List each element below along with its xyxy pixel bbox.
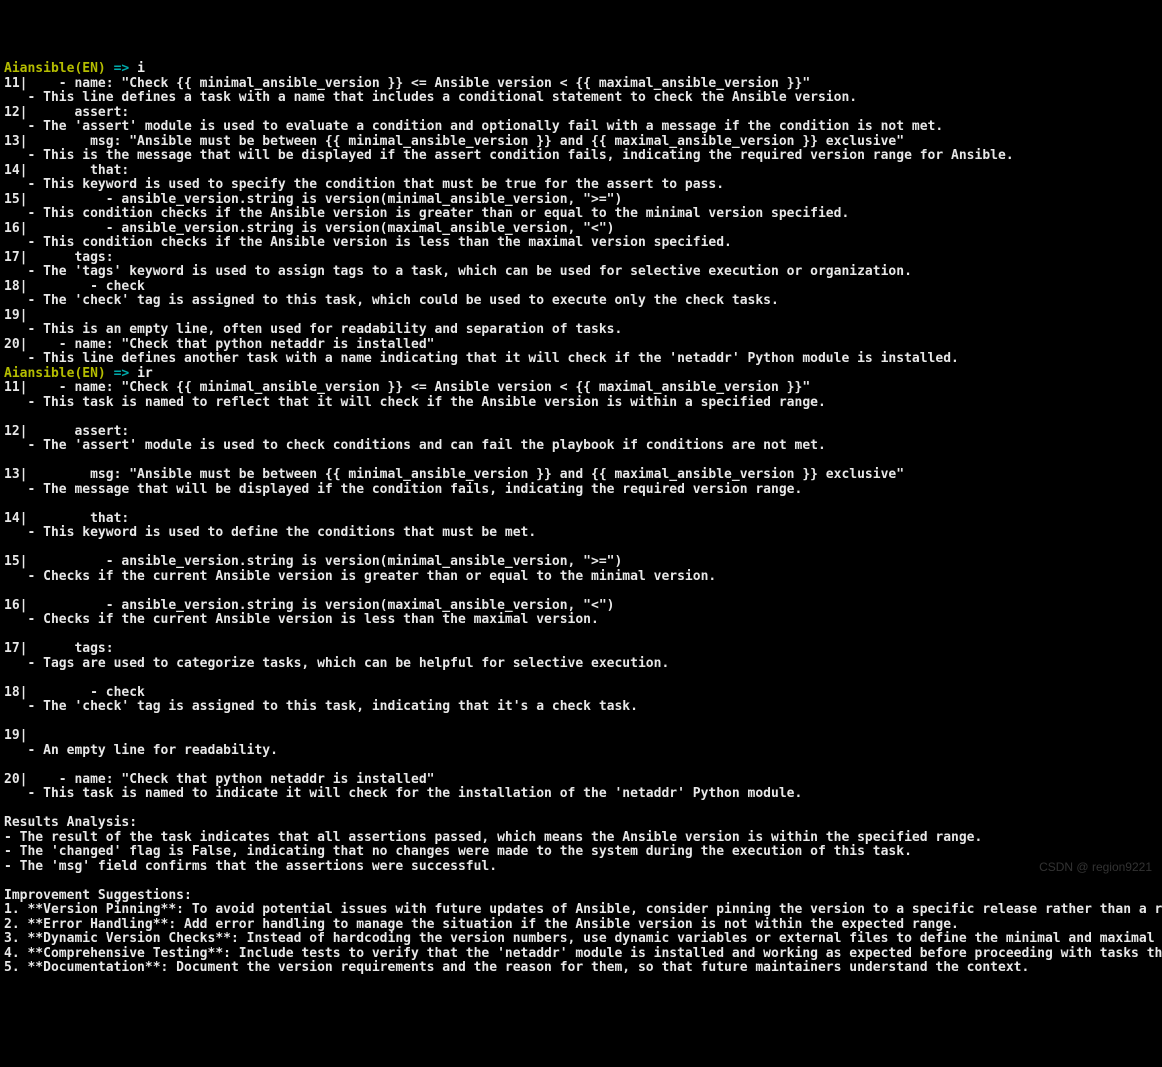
- output-line: 14| that:: [4, 164, 1158, 179]
- output-line: 12| assert:: [4, 425, 1158, 440]
- output-line: - The 'changed' flag is False, indicatin…: [4, 845, 1158, 860]
- output-line: 5. **Documentation**: Document the versi…: [4, 961, 1158, 976]
- output-line: 16| - ansible_version.string is version(…: [4, 222, 1158, 237]
- prompt-line[interactable]: Aiansible(EN) => ir: [4, 367, 1158, 382]
- output-line: - This is an empty line, often used for …: [4, 323, 1158, 338]
- output-line: - This condition checks if the Ansible v…: [4, 207, 1158, 222]
- output-line: 20| - name: "Check that python netaddr i…: [4, 773, 1158, 788]
- output-line: 4. **Comprehensive Testing**: Include te…: [4, 947, 1158, 962]
- output-line: 12| assert:: [4, 106, 1158, 121]
- prompt-command: i: [137, 61, 145, 76]
- output-line: - This condition checks if the Ansible v…: [4, 236, 1158, 251]
- output-line: [4, 802, 1158, 817]
- prompt-host: Aiansible(EN): [4, 366, 106, 381]
- output-line: 18| - check: [4, 686, 1158, 701]
- output-line: - This is the message that will be displ…: [4, 149, 1158, 164]
- output-line: - This task is named to reflect that it …: [4, 396, 1158, 411]
- output-line: - Tags are used to categorize tasks, whi…: [4, 657, 1158, 672]
- output-line: - The 'assert' module is used to evaluat…: [4, 120, 1158, 135]
- output-line: 11| - name: "Check {{ minimal_ansible_ve…: [4, 77, 1158, 92]
- output-line: - This line defines another task with a …: [4, 352, 1158, 367]
- prompt-line[interactable]: Aiansible(EN) => i: [4, 62, 1158, 77]
- prompt-arrow: =>: [106, 61, 137, 76]
- output-line: 19|: [4, 309, 1158, 324]
- output-line: 14| that:: [4, 512, 1158, 527]
- output-line: - The result of the task indicates that …: [4, 831, 1158, 846]
- output-line: [4, 497, 1158, 512]
- output-line: [4, 628, 1158, 643]
- output-line: - The 'assert' module is used to check c…: [4, 439, 1158, 454]
- output-line: - This line defines a task with a name t…: [4, 91, 1158, 106]
- output-line: 2. **Error Handling**: Add error handlin…: [4, 918, 1158, 933]
- output-line: 15| - ansible_version.string is version(…: [4, 193, 1158, 208]
- prompt-command: ir: [137, 366, 153, 381]
- output-line: 20| - name: "Check that python netaddr i…: [4, 338, 1158, 353]
- output-line: 13| msg: "Ansible must be between {{ min…: [4, 468, 1158, 483]
- output-line: - Checks if the current Ansible version …: [4, 613, 1158, 628]
- output-line: 3. **Dynamic Version Checks**: Instead o…: [4, 932, 1158, 947]
- output-line: - The 'msg' field confirms that the asse…: [4, 860, 1158, 875]
- output-line: Results Analysis:: [4, 816, 1158, 831]
- output-line: - This task is named to indicate it will…: [4, 787, 1158, 802]
- output-line: - This keyword is used to define the con…: [4, 526, 1158, 541]
- output-line: - The message that will be displayed if …: [4, 483, 1158, 498]
- output-line: [4, 758, 1158, 773]
- output-line: - An empty line for readability.: [4, 744, 1158, 759]
- output-line: 13| msg: "Ansible must be between {{ min…: [4, 135, 1158, 150]
- output-line: 17| tags:: [4, 251, 1158, 266]
- output-line: - The 'tags' keyword is used to assign t…: [4, 265, 1158, 280]
- output-line: [4, 454, 1158, 469]
- terminal-output[interactable]: Aiansible(EN) => i11| - name: "Check {{ …: [4, 62, 1158, 976]
- output-line: Improvement Suggestions:: [4, 889, 1158, 904]
- output-line: 1. **Version Pinning**: To avoid potenti…: [4, 903, 1158, 918]
- output-line: [4, 874, 1158, 889]
- prompt-arrow: =>: [106, 366, 137, 381]
- output-line: - The 'check' tag is assigned to this ta…: [4, 700, 1158, 715]
- output-line: 18| - check: [4, 280, 1158, 295]
- output-line: [4, 584, 1158, 599]
- output-line: - The 'check' tag is assigned to this ta…: [4, 294, 1158, 309]
- output-line: 15| - ansible_version.string is version(…: [4, 555, 1158, 570]
- output-line: - This keyword is used to specify the co…: [4, 178, 1158, 193]
- output-line: [4, 715, 1158, 730]
- output-line: 16| - ansible_version.string is version(…: [4, 599, 1158, 614]
- output-line: [4, 541, 1158, 556]
- output-line: - Checks if the current Ansible version …: [4, 570, 1158, 585]
- output-line: [4, 410, 1158, 425]
- output-line: 17| tags:: [4, 642, 1158, 657]
- output-line: 19|: [4, 729, 1158, 744]
- output-line: 11| - name: "Check {{ minimal_ansible_ve…: [4, 381, 1158, 396]
- output-line: [4, 671, 1158, 686]
- prompt-host: Aiansible(EN): [4, 61, 106, 76]
